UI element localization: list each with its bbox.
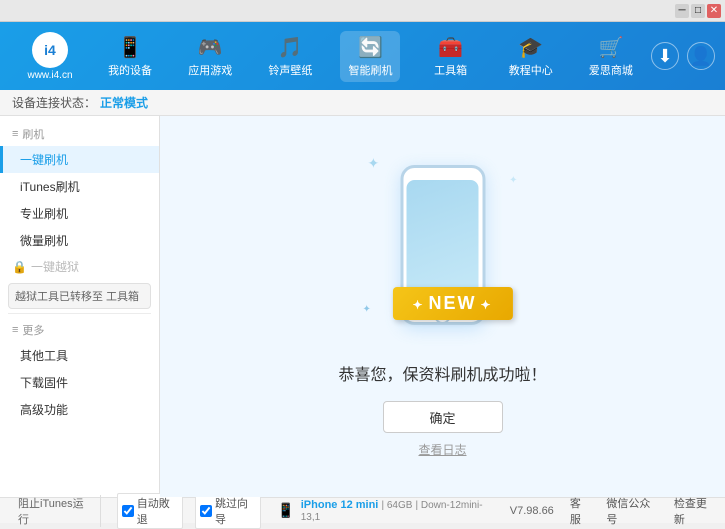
sidebar-section-flash: ≡ 刷机: [0, 122, 159, 146]
itunes-run-status: 阻止iTunes运行: [10, 495, 101, 527]
device-phone-icon: 📱: [277, 502, 294, 519]
tutorial-icon: 🎓: [518, 35, 543, 60]
logo-icon: i4: [32, 32, 68, 68]
tutorial-label: 教程中心: [509, 62, 553, 78]
device-storage: | 64GB: [381, 500, 412, 511]
skip-wizard-checkbox[interactable]: 跳过向导: [195, 493, 261, 529]
bottom-device-info: 📱 iPhone 12 mini | 64GB | Down-12mini-13…: [277, 499, 493, 523]
header: i4 www.i4.cn 📱 我的设备 🎮 应用游戏 🎵 铃声壁纸 🔄 智能刷机…: [0, 22, 725, 90]
nav-tutorial[interactable]: 🎓 教程中心: [501, 35, 561, 78]
sidebar-section-more: ≡ 更多: [0, 318, 159, 342]
apps-games-label: 应用游戏: [188, 62, 232, 78]
sparkle-1: ✦: [368, 155, 380, 172]
sidebar-info-box: 越狱工具已转移至 工具箱: [8, 283, 151, 309]
bottom-right: V7.98.66 客服 微信公众号 检查更新: [510, 495, 715, 527]
status-label: 设备连接状态：: [12, 94, 96, 111]
ringtones-label: 铃声壁纸: [268, 62, 312, 78]
sidebar-item-advanced[interactable]: 高级功能: [0, 396, 159, 423]
auto-close-checkbox[interactable]: 自动敗退: [117, 493, 183, 529]
version-text: V7.98.66: [510, 505, 554, 517]
nav-store[interactable]: 🛒 爱思商城: [581, 35, 641, 78]
sparkle-2: ✦: [509, 175, 517, 186]
sidebar: ≡ 刷机 一键刷机 iTunes刷机 专业刷机 微量刷机 🔒 一键越狱 越狱工具…: [0, 116, 160, 497]
toolbox-icon: 🧰: [438, 35, 463, 60]
customer-service-link[interactable]: 客服: [570, 495, 591, 527]
device-name: iPhone 12 mini: [301, 499, 379, 511]
download-button[interactable]: ⬇: [651, 42, 679, 70]
header-right: ⬇ 👤: [651, 42, 715, 70]
nav-apps-games[interactable]: 🎮 应用游戏: [180, 35, 240, 78]
nav-smart-flash[interactable]: 🔄 智能刷机: [340, 31, 400, 82]
nav-ringtones[interactable]: 🎵 铃声壁纸: [260, 35, 320, 78]
toolbox-label: 工具箱: [434, 62, 467, 78]
sidebar-item-itunes-flash[interactable]: iTunes刷机: [0, 173, 159, 200]
nav-bar: 📱 我的设备 🎮 应用游戏 🎵 铃声壁纸 🔄 智能刷机 🧰 工具箱 🎓 教程中心…: [90, 31, 651, 82]
ringtones-icon: 🎵: [278, 35, 303, 60]
status-value: 正常模式: [100, 94, 148, 111]
check-update-link[interactable]: 检查更新: [674, 495, 715, 527]
sidebar-locked-jailbreak: 🔒 一键越狱: [0, 254, 159, 279]
checkbox-group: 自动敗退 跳过向导: [117, 493, 262, 529]
status-bar: 设备连接状态： 正常模式: [0, 90, 725, 116]
phone-illustration: ✦ ✦ ✦ NEW: [363, 155, 523, 345]
new-badge: NEW: [392, 287, 512, 320]
maximize-button[interactable]: □: [691, 4, 705, 18]
sidebar-item-one-click-flash[interactable]: 一键刷机: [0, 146, 159, 173]
view-log-link[interactable]: 查看日志: [418, 441, 466, 458]
skip-wizard-input[interactable]: [200, 505, 212, 517]
store-label: 爱思商城: [589, 62, 633, 78]
smart-flash-icon: 🔄: [358, 35, 383, 60]
confirm-button[interactable]: 确定: [383, 401, 503, 433]
store-icon: 🛒: [598, 35, 623, 60]
device-details: iPhone 12 mini | 64GB | Down-12mini-13,1: [301, 499, 494, 523]
my-device-label: 我的设备: [108, 62, 152, 78]
success-message: 恭喜您，保资料刷机成功啦！: [338, 361, 546, 385]
nav-toolbox[interactable]: 🧰 工具箱: [421, 35, 481, 78]
content-area: ✦ ✦ ✦ NEW 恭喜您，保资料刷机成功啦！ 确定 查看日志: [160, 116, 725, 497]
sidebar-item-pro-flash[interactable]: 专业刷机: [0, 200, 159, 227]
sidebar-item-micro-flash[interactable]: 微量刷机: [0, 227, 159, 254]
apps-games-icon: 🎮: [198, 35, 223, 60]
sidebar-divider: [8, 313, 151, 314]
auto-close-label: 自动敗退: [137, 495, 178, 527]
sidebar-item-other-tools[interactable]: 其他工具: [0, 342, 159, 369]
my-device-icon: 📱: [118, 35, 143, 60]
user-button[interactable]: 👤: [687, 42, 715, 70]
wechat-link[interactable]: 微信公众号: [606, 495, 657, 527]
main-layout: ≡ 刷机 一键刷机 iTunes刷机 专业刷机 微量刷机 🔒 一键越狱 越狱工具…: [0, 116, 725, 497]
minimize-button[interactable]: ─: [675, 4, 689, 18]
smart-flash-label: 智能刷机: [348, 62, 392, 78]
nav-my-device[interactable]: 📱 我的设备: [100, 35, 160, 78]
sparkle-3: ✦: [363, 304, 371, 315]
auto-close-input[interactable]: [122, 505, 134, 517]
close-button[interactable]: ✕: [707, 4, 721, 18]
sidebar-item-download-firmware[interactable]: 下载固件: [0, 369, 159, 396]
skip-wizard-label: 跳过向导: [215, 495, 256, 527]
logo-area: i4 www.i4.cn: [10, 32, 90, 81]
bottom-bar: 阻止iTunes运行 自动敗退 跳过向导 📱 iPhone 12 mini | …: [0, 497, 725, 523]
logo-url: www.i4.cn: [27, 70, 72, 81]
title-bar: ─ □ ✕: [0, 0, 725, 22]
